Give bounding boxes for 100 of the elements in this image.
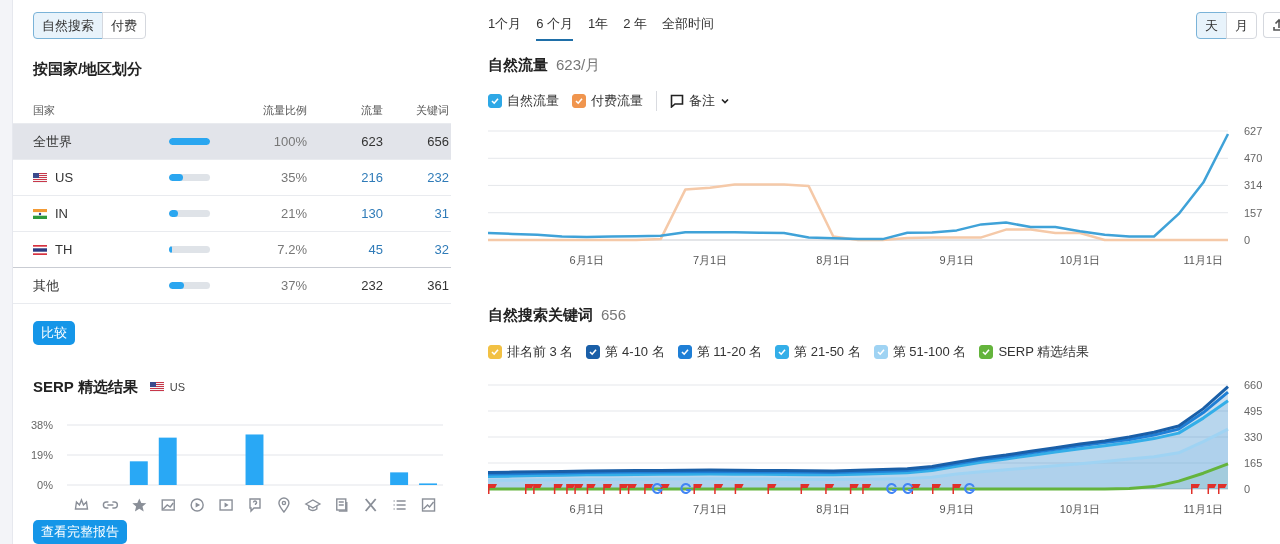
axis-label: 10月1日 — [1059, 254, 1101, 266]
legend-label: 第 51-100 名 — [892, 343, 967, 361]
cap-icon[interactable] — [304, 498, 322, 511]
flag-icon — [33, 208, 47, 219]
section-title: SERP 精选结果 — [33, 377, 138, 397]
export-button[interactable] — [1263, 12, 1280, 38]
granularity-tab[interactable]: 天 — [1196, 12, 1227, 39]
question-icon[interactable] — [249, 497, 261, 513]
period-tab[interactable]: 1年 — [588, 12, 609, 41]
traffic-link[interactable]: 216 — [307, 170, 383, 185]
share-bar — [169, 246, 210, 253]
country-row[interactable]: 全世界 100% 623 656 — [13, 124, 451, 160]
axis-label: 627 — [1244, 125, 1263, 137]
share-value: 100% — [272, 134, 307, 149]
pin-icon[interactable] — [278, 496, 290, 513]
granularity-tab[interactable]: 月 — [1226, 12, 1257, 39]
axis-label: 330 — [1244, 431, 1263, 443]
axis-label: 6月1日 — [569, 503, 604, 515]
checkmark-icon — [981, 347, 992, 357]
column-header: 国家 — [33, 102, 56, 118]
traffic-value: 623 — [360, 134, 383, 149]
checkmark-icon — [574, 96, 584, 106]
bar — [129, 460, 148, 485]
event-markers-drawing[interactable] — [488, 483, 1227, 494]
image-icon[interactable] — [161, 498, 175, 511]
axis-label: 8月1日 — [816, 254, 851, 266]
axis-label: 470 — [1244, 152, 1263, 165]
checkmark-icon — [490, 96, 500, 106]
period-tab[interactable]: 2 年 — [623, 12, 648, 41]
axis-label: 11月1日 — [1183, 254, 1224, 266]
legend-checkbox[interactable] — [488, 94, 502, 108]
image-box-icon[interactable] — [421, 497, 436, 512]
country-row[interactable]: IN 21% 130 31 — [13, 196, 451, 232]
country-code: US — [169, 381, 186, 394]
bar — [390, 472, 409, 485]
bar — [158, 437, 177, 485]
country-name: TH — [55, 242, 73, 257]
axis-label: 0 — [1244, 483, 1251, 495]
legend-checkbox[interactable] — [979, 345, 994, 359]
traffic-value: 232 — [360, 278, 383, 293]
share-bar — [169, 138, 210, 145]
country-row[interactable]: TH 7.2% 45 32 — [13, 232, 451, 268]
source-tab[interactable]: 自然搜索 — [33, 12, 103, 39]
legend-label: 第 4-10 名 — [605, 343, 665, 361]
star-icon[interactable] — [132, 498, 147, 512]
axis-label: 157 — [1244, 206, 1263, 219]
legend-label: 自然流量 — [507, 92, 559, 110]
legend-label: 第 11-20 名 — [696, 343, 763, 361]
period-tab[interactable]: 1个月 — [488, 12, 522, 41]
share-value: 35% — [279, 170, 307, 185]
video-icon[interactable] — [219, 498, 233, 511]
section-title: 按国家/地区划分 — [33, 60, 144, 79]
news-icon[interactable] — [336, 497, 348, 512]
flag-icon — [149, 382, 164, 393]
axis-label: 38% — [30, 418, 53, 431]
legend-label: SERP 精选结果 — [998, 343, 1090, 361]
x-icon[interactable] — [364, 497, 377, 512]
legend-label: 第 21-50 名 — [794, 343, 861, 361]
country-row[interactable]: US 35% 216 232 — [13, 160, 451, 196]
share-value: 37% — [279, 278, 307, 293]
play-circle-icon[interactable] — [190, 497, 204, 512]
column-header: 关键词 — [415, 102, 449, 118]
keywords-link[interactable]: 32 — [383, 242, 449, 257]
period-tab[interactable]: 6 个月 — [536, 12, 574, 41]
keywords-link[interactable]: 232 — [383, 170, 449, 185]
axis-label: 495 — [1244, 405, 1263, 417]
share-bar — [169, 282, 210, 289]
axis-label: 0% — [37, 478, 53, 491]
legend-checkbox[interactable] — [775, 345, 790, 359]
country-name: 其他 — [33, 276, 59, 295]
column-header: 流量 — [360, 102, 383, 118]
axis-label: 314 — [1244, 179, 1263, 192]
period-tab[interactable]: 全部时间 — [662, 12, 715, 41]
country-row[interactable]: 其他 37% 232 361 — [13, 268, 451, 304]
axis-label: 7月1日 — [692, 503, 728, 515]
legend-checkbox[interactable] — [572, 94, 586, 108]
checkmark-icon — [588, 347, 599, 357]
chevron-down-icon — [720, 96, 730, 106]
legend-checkbox[interactable] — [677, 345, 692, 359]
list-icon[interactable] — [392, 499, 407, 510]
legend-checkbox[interactable] — [586, 345, 601, 359]
share-bar — [169, 210, 210, 217]
source-tab[interactable]: 付费 — [102, 12, 146, 39]
flag-icon — [33, 244, 47, 255]
column-header: 流量比例 — [262, 102, 307, 118]
notes-button[interactable]: 备注 — [670, 92, 730, 110]
keywords-link[interactable]: 31 — [383, 206, 449, 221]
crown-icon[interactable] — [74, 497, 89, 510]
bar — [245, 434, 264, 485]
checkmark-icon — [490, 347, 500, 357]
comment-icon — [670, 94, 684, 108]
traffic-total: 623/月 — [556, 56, 601, 75]
keywords-total: 656 — [601, 306, 627, 323]
legend-label: 排名前 3 名 — [507, 343, 574, 361]
traffic-link[interactable]: 45 — [307, 242, 383, 257]
checkmark-icon — [777, 347, 788, 357]
axis-label: 9月1日 — [939, 254, 974, 266]
traffic-link[interactable]: 130 — [307, 206, 383, 221]
legend-label: 付费流量 — [591, 92, 643, 110]
link-icon[interactable] — [102, 500, 119, 509]
